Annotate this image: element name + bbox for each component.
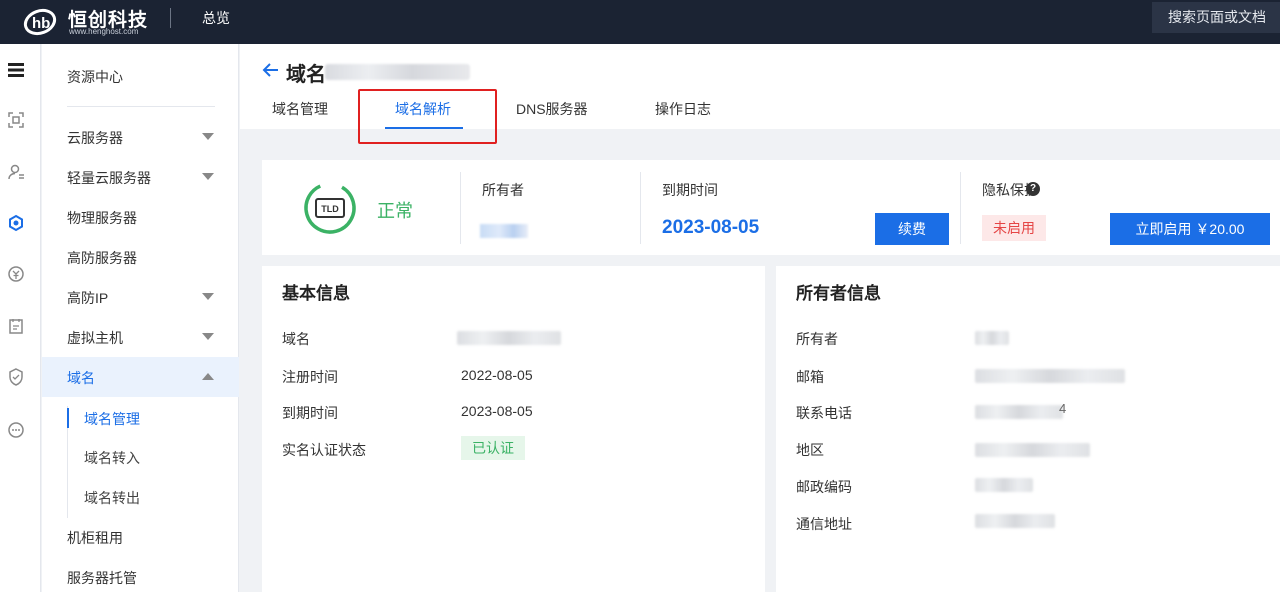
sidebar-item-virtual-host[interactable]: 虚拟主机 [42, 317, 239, 357]
chevron-down-icon [202, 293, 214, 300]
sidebar-item-label: 高防IP [67, 290, 109, 306]
sidebar-sub-label: 域名转出 [84, 490, 140, 506]
chevron-down-icon [202, 133, 214, 140]
basic-info-card: 基本信息 域名 注册时间 2022-08-05 到期时间 2023-08-05 … [262, 266, 765, 592]
status-text: 正常 [377, 201, 413, 221]
sidebar-title: 资源中心 [67, 69, 123, 85]
sidebar-item-label: 服务器托管 [67, 570, 137, 586]
redacted-owner [975, 331, 1009, 345]
sidebar-sub-label: 域名管理 [84, 411, 140, 427]
sidebar-sub-label: 域名转入 [84, 450, 140, 466]
sidebar-item-domain[interactable]: 域名 [42, 357, 239, 397]
redacted-postal-code [975, 478, 1033, 492]
verification-label: 实名认证状态 [282, 442, 366, 458]
sidebar-item-cloud-server[interactable]: 云服务器 [42, 117, 239, 157]
expire-time-value: 2023-08-05 [461, 403, 533, 419]
overview-link[interactable]: 总览 [202, 8, 230, 28]
renew-button[interactable]: 续费 [875, 213, 949, 245]
redacted-domain-name [325, 64, 470, 80]
scan-icon[interactable] [6, 110, 26, 130]
domain-label: 域名 [282, 331, 310, 347]
annotation-highlight-box [358, 89, 497, 144]
cloud-icon[interactable] [6, 213, 26, 233]
sidebar-item-ddos-server[interactable]: 高防服务器 [42, 237, 239, 277]
chat-icon[interactable] [6, 420, 26, 440]
sidebar-sub-domain-transfer-in[interactable]: 域名转入 [42, 438, 239, 476]
tab-domain-manage[interactable]: 域名管理 [272, 99, 328, 119]
sidebar-divider [67, 106, 215, 107]
redacted-domain [457, 331, 561, 345]
divider [960, 172, 961, 244]
security-icon[interactable] [6, 367, 26, 387]
top-divider [170, 8, 171, 28]
sidebar-item-label: 高防服务器 [67, 250, 137, 266]
redacted-email [975, 369, 1125, 383]
redacted-owner [480, 224, 528, 238]
sidebar-item-physical-server[interactable]: 物理服务器 [42, 197, 239, 237]
sidebar-sub-domain-transfer-out[interactable]: 域名转出 [42, 478, 239, 516]
owner-label: 所有者 [796, 331, 838, 347]
email-label: 邮箱 [796, 369, 824, 385]
divider [460, 172, 461, 244]
logo-mark-icon: hb [23, 8, 57, 36]
sidebar-item-label: 虚拟主机 [67, 330, 123, 346]
back-arrow-icon[interactable] [262, 61, 280, 79]
svg-text:hb: hb [32, 15, 50, 32]
address-label: 通信地址 [796, 516, 852, 532]
sidebar-item-label: 物理服务器 [67, 210, 137, 226]
tab-dns-server[interactable]: DNS服务器 [516, 99, 588, 119]
redacted-phone [975, 405, 1063, 419]
sidebar-sub-domain-manage[interactable]: 域名管理 [42, 399, 239, 437]
chevron-down-icon [202, 333, 214, 340]
search-input[interactable]: 搜索页面或文档 [1152, 2, 1280, 33]
chevron-up-icon [202, 373, 214, 380]
icon-rail [0, 44, 41, 592]
redacted-region [975, 443, 1090, 457]
privacy-status-badge: 未启用 [982, 215, 1046, 241]
domain-status-card: TLD 正常 所有者 到期时间 2023-08-05 续费 隐私保护 ? 未启用… [262, 160, 1280, 255]
help-icon[interactable]: ? [1026, 182, 1040, 196]
postal-code-label: 邮政编码 [796, 479, 852, 495]
sidebar-item-light-server[interactable]: 轻量云服务器 [42, 157, 239, 197]
sidebar-item-label: 云服务器 [67, 130, 123, 146]
tab-operation-log[interactable]: 操作日志 [655, 99, 711, 119]
sidebar-item-cabinet-rental[interactable]: 机柜租用 [42, 517, 239, 557]
menu-icon[interactable] [6, 60, 26, 80]
basic-info-title: 基本信息 [282, 284, 350, 303]
tld-status-icon: TLD [304, 182, 356, 234]
phone-suffix: 4 [1059, 401, 1067, 416]
user-icon[interactable] [6, 162, 26, 182]
order-icon[interactable] [6, 316, 26, 336]
page-title: 域名 [286, 64, 326, 86]
expire-date: 2023-08-05 [662, 217, 760, 238]
owner-info-card: 所有者信息 所有者 邮箱 联系电话 4 地区 邮政编码 通信地址 [776, 266, 1280, 592]
divider [640, 172, 641, 244]
tld-text: TLD [321, 204, 339, 214]
redacted-address [975, 514, 1055, 528]
region-label: 地区 [796, 442, 824, 458]
top-bar: hb 恒创科技 www.henghost.com 总览 搜索页面或文档 [0, 0, 1280, 44]
sidebar-item-label: 轻量云服务器 [67, 170, 151, 186]
owner-info-title: 所有者信息 [796, 284, 881, 303]
logo[interactable]: hb 恒创科技 www.henghost.com [22, 4, 172, 38]
sidebar: 资源中心 云服务器 轻量云服务器 物理服务器 高防服务器 高防IP 虚拟主机 域… [42, 44, 239, 592]
chevron-down-icon [202, 173, 214, 180]
expire-time-label: 到期时间 [282, 405, 338, 421]
owner-label: 所有者 [482, 182, 524, 198]
sidebar-item-label: 机柜租用 [67, 530, 123, 546]
register-time-value: 2022-08-05 [461, 367, 533, 383]
sidebar-item-server-hosting[interactable]: 服务器托管 [42, 557, 239, 592]
sidebar-item-label: 域名 [67, 370, 95, 386]
billing-icon[interactable] [6, 264, 26, 284]
register-time-label: 注册时间 [282, 369, 338, 385]
expire-label: 到期时间 [662, 182, 718, 198]
brand-url: www.henghost.com [69, 27, 139, 36]
sidebar-item-ddos-ip[interactable]: 高防IP [42, 277, 239, 317]
enable-privacy-button[interactable]: 立即启用 ￥20.00 [1110, 213, 1270, 245]
verification-badge: 已认证 [461, 436, 525, 460]
phone-label: 联系电话 [796, 405, 852, 421]
